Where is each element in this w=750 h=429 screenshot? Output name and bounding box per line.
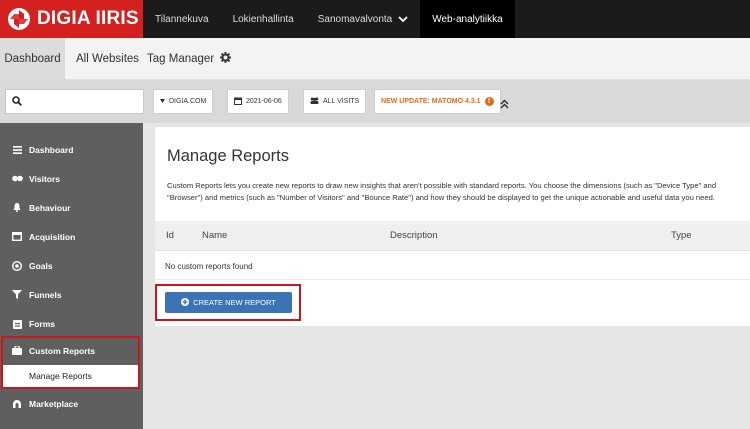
filter-bar: DIGIA.COM 2021-06-06 ALL VISITS NEW UPDA… bbox=[0, 80, 750, 123]
dashboard-icon bbox=[11, 144, 23, 156]
update-notice[interactable]: NEW UPDATE: MATOMO 4.3.1 ! bbox=[374, 89, 501, 114]
page-description: Custom Reports lets you create new repor… bbox=[167, 181, 717, 202]
top-bar: DIGIA IIRIS Tilannekuva Lokienhallinta S… bbox=[0, 0, 750, 38]
topnav-label: Lokienhallinta bbox=[232, 13, 294, 25]
behaviour-icon bbox=[11, 202, 23, 214]
sidebar-item-marketplace[interactable]: Marketplace bbox=[0, 389, 143, 418]
settings-button[interactable] bbox=[220, 38, 231, 80]
subnav-tag-manager[interactable]: Tag Manager bbox=[147, 38, 214, 80]
marketplace-icon bbox=[11, 398, 23, 410]
topnav-label: Tilannekuva bbox=[155, 13, 209, 25]
column-description: Description bbox=[390, 230, 438, 241]
funnel-icon bbox=[11, 289, 23, 301]
calendar-icon bbox=[234, 97, 242, 107]
sidebar-item-behaviour[interactable]: Behaviour bbox=[0, 193, 143, 222]
column-id: Id bbox=[166, 230, 174, 241]
page-title: Manage Reports bbox=[167, 147, 289, 165]
sidebar-item-dashboard[interactable]: Dashboard bbox=[0, 135, 143, 164]
search-box[interactable] bbox=[5, 89, 144, 114]
sidebar-item-visitors[interactable]: Visitors bbox=[0, 164, 143, 193]
acquisition-icon bbox=[11, 231, 23, 243]
users-icon bbox=[310, 97, 319, 106]
sidebar-item-label: Visitors bbox=[29, 173, 61, 184]
sidebar-item-label: Funnels bbox=[29, 289, 62, 300]
column-type: Type bbox=[671, 230, 692, 241]
sub-nav: Dashboard All Websites Tag Manager bbox=[0, 38, 750, 80]
date-label: 2021-06-06 bbox=[246, 98, 282, 105]
top-nav: Tilannekuva Lokienhallinta Sanomavalvont… bbox=[143, 0, 515, 38]
subnav-dashboard[interactable]: Dashboard bbox=[0, 38, 65, 80]
row-divider bbox=[155, 279, 750, 280]
gear-icon bbox=[220, 52, 231, 66]
subnav-label: Tag Manager bbox=[147, 53, 215, 65]
update-label: NEW UPDATE: MATOMO 4.3.1 bbox=[381, 98, 481, 105]
topnav-web-analytiikka[interactable]: Web-analytiikka bbox=[420, 0, 515, 38]
empty-state: No custom reports found bbox=[165, 262, 253, 271]
sidebar-item-label: Goals bbox=[29, 260, 53, 271]
chevron-down-icon bbox=[398, 15, 408, 23]
search-input[interactable] bbox=[26, 96, 136, 107]
brand-name: DIGIA IIRIS bbox=[37, 8, 139, 29]
visitors-icon bbox=[11, 173, 23, 185]
column-name: Name bbox=[202, 230, 228, 241]
reports-table-header: Id Name Description Type bbox=[155, 221, 750, 251]
goals-icon bbox=[11, 260, 23, 272]
collapse-up-icon[interactable] bbox=[500, 96, 509, 114]
site-label: DIGIA.COM bbox=[169, 98, 207, 105]
sidebar-item-goals[interactable]: Goals bbox=[0, 251, 143, 280]
segment-label: ALL VISITS bbox=[323, 98, 360, 105]
topnav-sanomavalvonta[interactable]: Sanomavalvonta bbox=[306, 0, 421, 38]
info-icon: ! bbox=[484, 97, 494, 106]
subnav-label: All Websites bbox=[76, 53, 140, 65]
sidebar: Dashboard Visitors Behaviour Acquisition… bbox=[0, 123, 143, 429]
site-selector[interactable]: DIGIA.COM bbox=[153, 89, 214, 114]
search-icon bbox=[12, 93, 22, 111]
topnav-tilannekuva[interactable]: Tilannekuva bbox=[143, 0, 221, 38]
highlight-box bbox=[155, 284, 301, 321]
topnav-lokienhallinta[interactable]: Lokienhallinta bbox=[221, 0, 306, 38]
sidebar-item-label: Marketplace bbox=[29, 398, 79, 409]
sidebar-item-label: Behaviour bbox=[29, 202, 71, 213]
highlight-box bbox=[1, 336, 140, 389]
digia-logo-icon bbox=[6, 6, 32, 32]
caret-down-icon bbox=[160, 98, 165, 105]
subnav-all-websites[interactable]: All Websites bbox=[76, 38, 139, 80]
sidebar-item-forms[interactable]: Forms bbox=[0, 309, 143, 338]
sidebar-item-label: Dashboard bbox=[29, 144, 74, 155]
sidebar-item-funnels[interactable]: Funnels bbox=[0, 280, 143, 309]
brand-logo[interactable]: DIGIA IIRIS bbox=[0, 0, 143, 38]
date-selector[interactable]: 2021-06-06 bbox=[227, 89, 289, 114]
subnav-label: Dashboard bbox=[4, 53, 61, 65]
sidebar-item-label: Forms bbox=[29, 318, 55, 329]
topnav-label: Sanomavalvonta bbox=[317, 13, 393, 25]
forms-icon bbox=[11, 318, 23, 330]
sidebar-item-acquisition[interactable]: Acquisition bbox=[0, 222, 143, 251]
segment-selector[interactable]: ALL VISITS bbox=[303, 89, 367, 114]
topnav-label: Web-analytiikka bbox=[432, 13, 503, 25]
sidebar-item-label: Acquisition bbox=[29, 231, 76, 242]
